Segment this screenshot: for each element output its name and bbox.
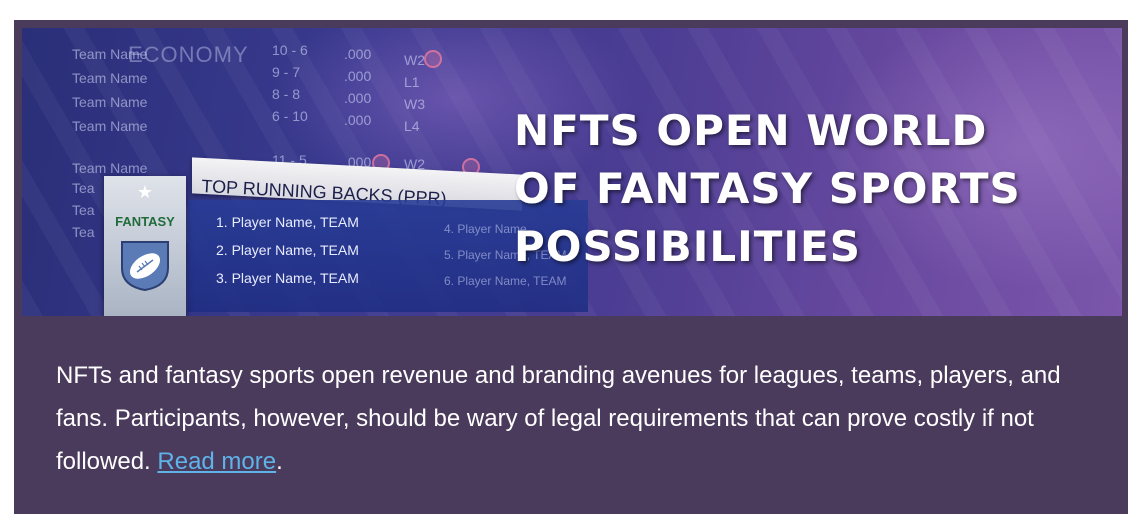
bg-streak: L1	[404, 74, 420, 90]
bg-team-partial: Tea	[72, 202, 95, 218]
bg-team-name: Team Name	[72, 118, 148, 134]
bg-streak: W2	[404, 52, 425, 68]
bg-record: 8 - 8	[272, 86, 301, 102]
article-banner-image[interactable]: ECONOMY Team Name Team Name Team Name Te…	[22, 28, 1122, 316]
bg-record: 9 - 7	[272, 64, 301, 80]
bg-dot-decoration	[424, 50, 442, 68]
bg-streak: L4	[404, 118, 420, 134]
read-more-link[interactable]: Read more	[157, 448, 276, 475]
bg-team-partial: Tea	[72, 224, 95, 240]
bg-record: 10 - 6	[272, 42, 308, 58]
summary-trailing: .	[276, 448, 283, 475]
article-summary: NFTs and fantasy sports open revenue and…	[56, 354, 1096, 483]
player-row: 6. Player Name, TEAM	[444, 274, 567, 288]
fantasy-badge: ★ FANTASY	[104, 176, 186, 316]
bg-streak: W3	[404, 96, 425, 112]
article-card: ECONOMY Team Name Team Name Team Name Te…	[14, 20, 1128, 514]
bg-team-name: Team Name	[72, 94, 148, 110]
football-shield-icon	[121, 241, 169, 292]
star-icon: ★	[136, 182, 154, 202]
player-row: 1. Player Name, TEAM	[216, 214, 359, 230]
headline-line: OF FANTASY SPORTS	[514, 164, 1021, 213]
bg-pct: .000	[344, 68, 372, 84]
fantasy-badge-label: FANTASY	[115, 214, 175, 229]
banner-headline: NFTS OPEN WORLD OF FANTASY SPORTS POSSIB…	[514, 102, 1114, 276]
bg-pct: .000	[344, 90, 372, 106]
headline-line: NFTS OPEN WORLD	[514, 106, 988, 155]
bg-record: 6 - 10	[272, 108, 308, 124]
player-row: 2. Player Name, TEAM	[216, 242, 359, 258]
bg-pct: .000	[344, 46, 372, 62]
bg-team-name: Team Name	[72, 70, 148, 86]
bg-team-partial: Tea	[72, 180, 95, 196]
player-row: 3. Player Name, TEAM	[216, 270, 359, 286]
bg-pct: .000	[344, 112, 372, 128]
headline-line: POSSIBILITIES	[514, 222, 861, 271]
bg-team-name: Team Name	[72, 46, 148, 62]
